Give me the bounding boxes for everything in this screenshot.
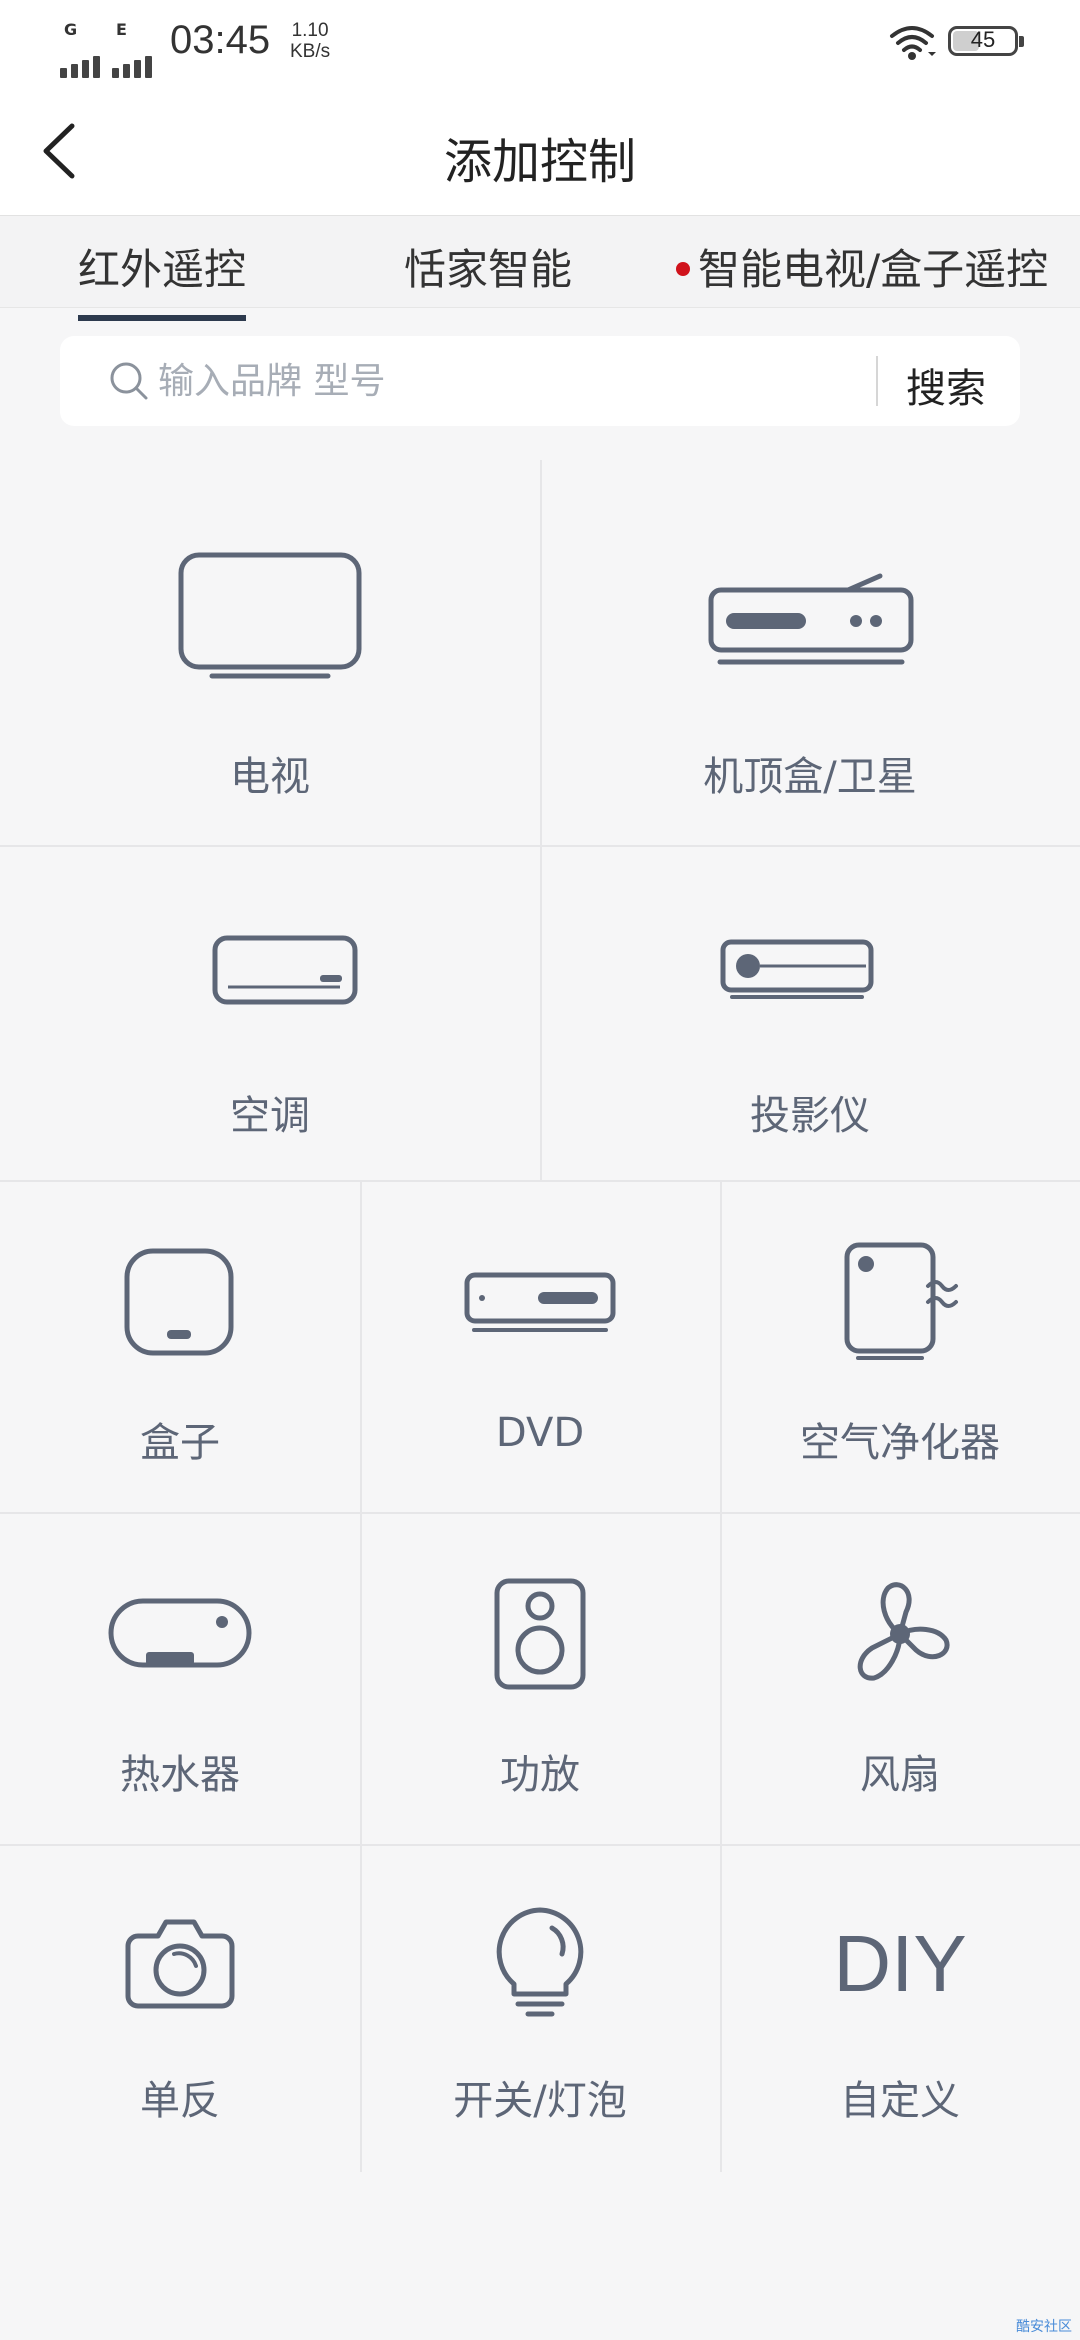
device-custom[interactable]: DIY 自定义 [720, 1846, 1080, 2172]
network-speed: 1.10 KB/s [290, 20, 330, 62]
camera-icon [125, 1919, 235, 2009]
projector-icon [720, 939, 874, 999]
air-conditioner-icon [212, 935, 358, 1005]
box-icon [124, 1248, 234, 1356]
speed-unit: KB/s [290, 41, 331, 62]
device-amplifier[interactable]: 功放 [360, 1514, 720, 1844]
device-air-conditioner[interactable]: 空调 [0, 847, 540, 1180]
status-bar: G E 03:45 1.10 KB/s 45 [0, 0, 1080, 86]
search-bar: 搜索 [60, 336, 1020, 426]
device-box[interactable]: 盒子 [0, 1182, 360, 1512]
device-label: 电视 [230, 754, 310, 800]
water-heater-icon [108, 1598, 252, 1668]
amplifier-speaker-icon [494, 1578, 586, 1690]
device-water-heater[interactable]: 热水器 [0, 1514, 360, 1844]
search-button[interactable]: 搜索 [906, 356, 986, 414]
network-type-2: E [116, 20, 127, 39]
air-purifier-icon [844, 1242, 958, 1360]
device-label: 自定义 [840, 2078, 960, 2124]
device-label: 风扇 [860, 1752, 940, 1798]
device-label: 开关/灯泡 [453, 2078, 627, 2124]
search-icon [110, 362, 148, 400]
tab-infrared-remote[interactable]: 红外遥控 [78, 236, 247, 321]
search-divider [876, 356, 878, 406]
dvd-icon [464, 1272, 616, 1332]
device-label: 热水器 [120, 1752, 240, 1798]
tv-icon [178, 552, 362, 679]
tab-smart-tv-box-remote[interactable]: 智能电视/盒子遥控 [676, 236, 1048, 297]
device-label: 功放 [500, 1752, 580, 1798]
battery-level: 45 [970, 27, 996, 52]
device-dvd[interactable]: DVD [360, 1182, 720, 1512]
diy-icon: DIY [833, 1919, 967, 2008]
speed-value: 1.10 [291, 20, 329, 41]
device-switch-bulb[interactable]: 开关/灯泡 [360, 1846, 720, 2172]
device-label: 机顶盒/卫星 [703, 754, 917, 800]
device-settop-box[interactable]: 机顶盒/卫星 [540, 460, 1080, 845]
device-label: DVD [495, 1410, 585, 1456]
app-header: 添加控制 [0, 86, 1080, 216]
fan-icon [857, 1582, 950, 1681]
device-air-purifier[interactable]: 空气净化器 [720, 1182, 1080, 1512]
page-title: 添加控制 [443, 134, 636, 190]
settop-box-icon [708, 573, 914, 665]
device-label: 盒子 [140, 1420, 220, 1466]
device-label: 空气净化器 [800, 1420, 1000, 1466]
tab-tiqiaa-smart[interactable]: 恬家智能 [404, 236, 572, 297]
clock: 03:45 [170, 18, 271, 62]
device-label: 投影仪 [750, 1093, 870, 1139]
device-label: 单反 [140, 2078, 220, 2124]
tab-bar: 红外遥控 恬家智能 智能电视/盒子遥控 [0, 216, 1080, 321]
new-badge-dot [676, 262, 690, 276]
device-tv[interactable]: 电视 [0, 460, 540, 845]
search-input[interactable] [158, 352, 918, 410]
watermark: 酷安社区 [1016, 2319, 1072, 2335]
light-bulb-icon [496, 1907, 584, 2017]
network-type-1: G [64, 20, 78, 39]
device-camera[interactable]: 单反 [0, 1846, 360, 2172]
battery-icon: 45 [948, 26, 1024, 56]
wifi-icon [890, 26, 936, 60]
device-projector[interactable]: 投影仪 [540, 847, 1080, 1180]
device-label: 空调 [230, 1093, 310, 1139]
tab-smart-tv-box-label: 智能电视/盒子遥控 [698, 245, 1049, 294]
device-fan[interactable]: 风扇 [720, 1514, 1080, 1844]
